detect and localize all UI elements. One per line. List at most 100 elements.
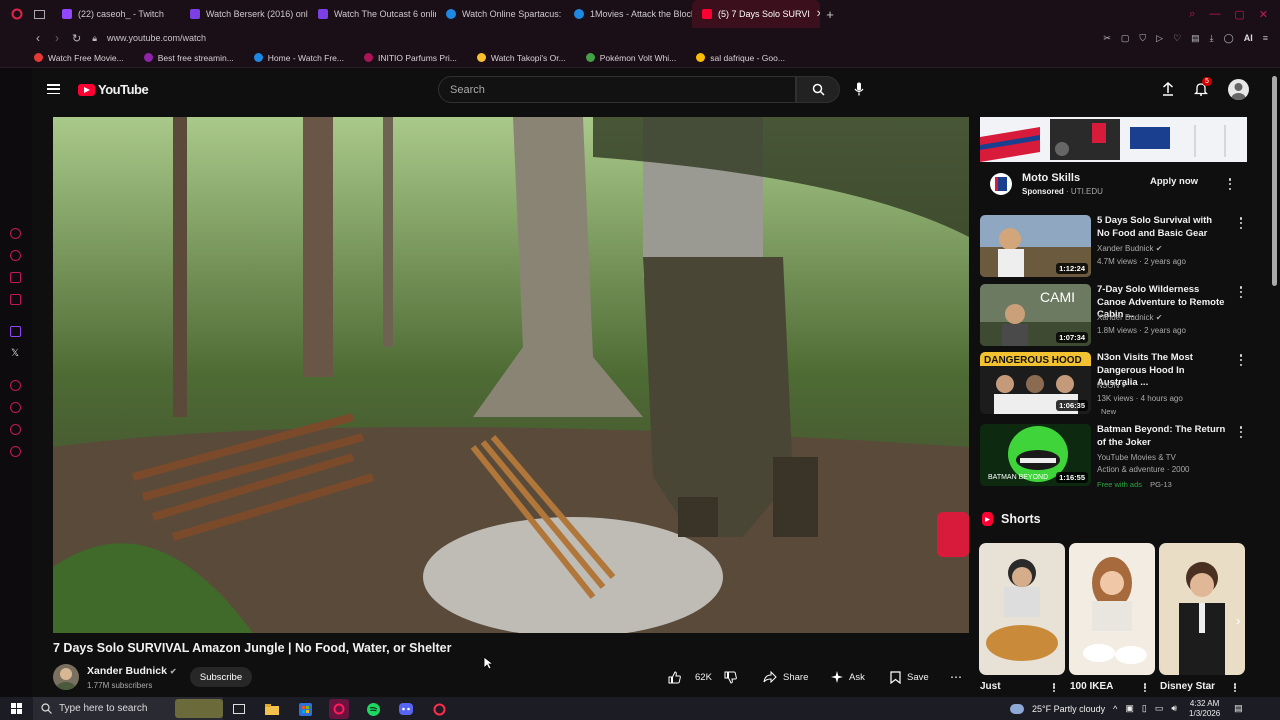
channel-name[interactable]: Xander Budnick ✔: [87, 665, 177, 677]
hamburger-menu-icon[interactable]: [47, 84, 60, 94]
weather-icon[interactable]: [1010, 703, 1024, 714]
bookmark-item[interactable]: INITIO Parfums Pri...: [364, 53, 457, 63]
discord-icon[interactable]: [397, 700, 415, 718]
close-window-icon[interactable]: ✕: [1259, 8, 1268, 21]
search-button[interactable]: [796, 76, 840, 103]
tray-app-icon[interactable]: ▣: [1125, 703, 1134, 714]
tab-youtube-active[interactable]: (5) 7 Days Solo SURVI✕: [692, 0, 820, 28]
video-more-icon[interactable]: [1239, 217, 1243, 229]
video-more-icon[interactable]: [1239, 354, 1243, 366]
ad-more-icon[interactable]: [1228, 178, 1232, 190]
page-scrollbar[interactable]: [1272, 76, 1277, 286]
taskbar-search-input[interactable]: Type here to search: [33, 697, 223, 720]
sidebar-icon[interactable]: [10, 294, 21, 305]
opera-logo-icon[interactable]: [0, 0, 34, 28]
channel-avatar[interactable]: [53, 664, 79, 690]
ad-banner[interactable]: [980, 117, 1247, 162]
twitch-sidebar-icon[interactable]: [10, 326, 21, 337]
heart-icon[interactable]: ♡: [1173, 33, 1181, 44]
short-more-icon[interactable]: [1052, 683, 1056, 692]
sidebar-icon[interactable]: [10, 250, 21, 261]
spotify-icon[interactable]: [364, 700, 382, 718]
opera-taskbar-icon[interactable]: [329, 699, 349, 719]
tray-expand-icon[interactable]: ^: [1113, 704, 1117, 714]
minimize-icon[interactable]: —: [1209, 8, 1220, 20]
sidebar-icon[interactable]: [10, 272, 21, 283]
like-button[interactable]: 62K: [668, 667, 712, 687]
apply-now-button[interactable]: Apply now: [1150, 176, 1198, 187]
profile-icon[interactable]: ◯: [1224, 33, 1234, 44]
short-title[interactable]: 100 IKEA: [1070, 681, 1113, 692]
ad-title[interactable]: Moto Skills: [1022, 172, 1080, 184]
wallet-icon[interactable]: ▤: [1191, 33, 1200, 44]
more-actions-icon[interactable]: ⋯: [950, 670, 962, 684]
short-title[interactable]: Disney Star: [1160, 681, 1215, 692]
youtube-logo[interactable]: YouTube: [78, 82, 149, 97]
bookmark-item[interactable]: Watch Takopi's Or...: [476, 53, 566, 63]
notification-center-icon[interactable]: ▤: [1234, 703, 1243, 714]
ask-button[interactable]: Ask: [831, 667, 865, 687]
history-sidebar-icon[interactable]: [10, 402, 21, 413]
search-input[interactable]: Search: [438, 76, 796, 103]
notifications-button[interactable]: 5: [1193, 77, 1212, 101]
dislike-button[interactable]: [724, 667, 737, 687]
sidebar-icon[interactable]: [10, 228, 21, 239]
search-tabs-icon[interactable]: ⌕: [1189, 8, 1195, 21]
recommended-video[interactable]: DANGEROUS HOOD 1:06:35 N3on Visits The M…: [980, 352, 1247, 416]
shield-icon[interactable]: ⛉: [1139, 33, 1146, 44]
spotify-sidebar-icon[interactable]: [10, 380, 21, 391]
short-more-icon[interactable]: [1143, 683, 1147, 692]
windows-start-button[interactable]: [0, 697, 33, 720]
short-thumbnail[interactable]: [979, 543, 1065, 675]
voice-search-button[interactable]: [854, 82, 864, 101]
bookmark-item[interactable]: Pokémon Volt Whi...: [585, 53, 676, 63]
snapshot-icon[interactable]: ✂: [1103, 33, 1111, 44]
back-icon[interactable]: ‹: [36, 31, 40, 45]
task-view-icon[interactable]: [230, 700, 248, 718]
new-tab-button[interactable]: +: [820, 7, 840, 22]
weather-text[interactable]: 25°F Partly cloudy: [1032, 704, 1105, 714]
tab-overview-icon[interactable]: [34, 0, 52, 28]
network-icon[interactable]: ▯: [1142, 703, 1147, 714]
video-player[interactable]: [53, 117, 969, 633]
shorts-next-button[interactable]: ›: [1236, 613, 1240, 628]
short-more-icon[interactable]: [1233, 683, 1237, 692]
forward-icon[interactable]: ›: [55, 31, 59, 45]
sidebar-icon[interactable]: [10, 424, 21, 435]
x-sidebar-icon[interactable]: 𝕏: [11, 348, 19, 359]
reload-icon[interactable]: ↻: [72, 32, 81, 45]
settings-sidebar-icon[interactable]: [10, 446, 21, 457]
short-title[interactable]: Just: [980, 681, 1001, 692]
upload-button[interactable]: [1162, 81, 1174, 101]
menu-icon[interactable]: ≡: [1263, 33, 1268, 43]
maximize-icon[interactable]: ▢: [1234, 8, 1244, 21]
share-button[interactable]: Share: [763, 667, 808, 687]
volume-icon[interactable]: 🔊︎: [1171, 703, 1177, 714]
video-more-icon[interactable]: [1239, 286, 1243, 298]
pin-icon[interactable]: ▢: [1121, 33, 1130, 44]
download-icon[interactable]: ⤓: [1210, 33, 1214, 44]
bookmark-item[interactable]: sal dafrique - Goo...: [696, 53, 785, 63]
bookmark-item[interactable]: Home - Watch Fre...: [253, 53, 344, 63]
short-thumbnail[interactable]: [1069, 543, 1155, 675]
microsoft-store-icon[interactable]: [296, 700, 314, 718]
ad-logo[interactable]: [990, 173, 1012, 195]
recommended-video[interactable]: CAMI 1:07:34 7-Day Solo Wilderness Canoe…: [980, 284, 1247, 348]
tab-spartacus[interactable]: Watch Online Spartacus: I: [436, 0, 564, 28]
file-explorer-icon[interactable]: [263, 700, 281, 718]
subscribe-button[interactable]: Subscribe: [190, 667, 252, 687]
clock[interactable]: 4:32 AM 1/3/2026: [1189, 699, 1220, 719]
bookmark-item[interactable]: Watch Free Movie...: [34, 53, 124, 63]
play-icon[interactable]: ▷: [1156, 33, 1163, 44]
short-thumbnail[interactable]: [1159, 543, 1245, 675]
opera-gx-icon[interactable]: [430, 700, 448, 718]
bookmark-item[interactable]: Best free streamin...: [143, 53, 234, 63]
tab-berserk[interactable]: Watch Berserk (2016) onli: [180, 0, 308, 28]
video-more-icon[interactable]: [1239, 426, 1243, 438]
battery-icon[interactable]: ▭: [1155, 703, 1164, 714]
tab-twitch[interactable]: (22) caseoh_ - Twitch: [52, 0, 180, 28]
save-button[interactable]: Save: [890, 667, 929, 687]
avatar[interactable]: [1228, 79, 1249, 100]
recommended-video[interactable]: 1:12:24 5 Days Solo Survival with No Foo…: [980, 215, 1247, 279]
tab-outcast[interactable]: Watch The Outcast 6 onlin: [308, 0, 436, 28]
